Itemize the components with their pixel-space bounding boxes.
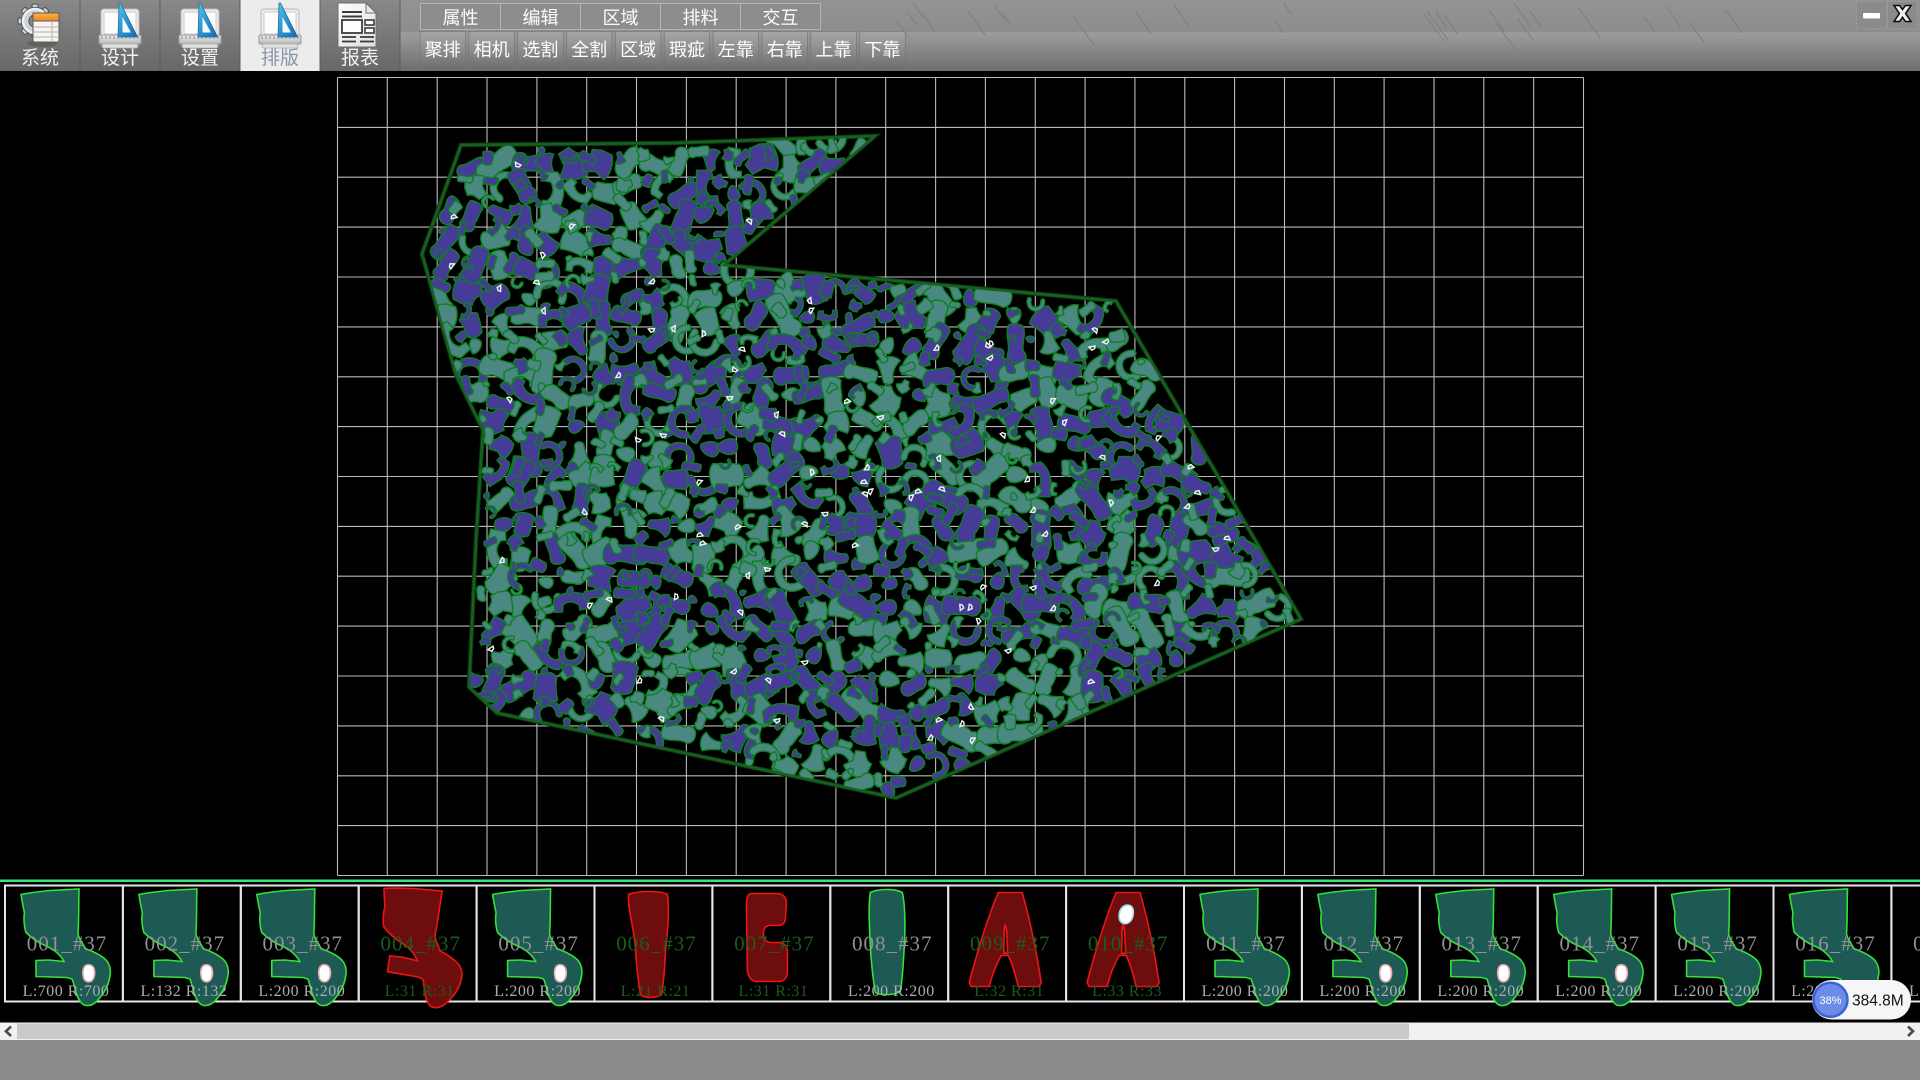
svg-text:L:32 R:31: L:32 R:31 bbox=[974, 983, 1044, 1000]
svg-text:编辑: 编辑 bbox=[523, 8, 559, 28]
svg-text:L:31 R:31: L:31 R:31 bbox=[385, 983, 455, 1000]
svg-text:L:200 R:200: L:200 R:200 bbox=[848, 983, 935, 1000]
svg-text:L:200 R:200: L:200 R:200 bbox=[1555, 983, 1642, 1000]
svg-text:007_#37: 007_#37 bbox=[734, 932, 815, 956]
svg-text:右靠: 右靠 bbox=[767, 40, 803, 60]
svg-text:区域: 区域 bbox=[620, 40, 656, 60]
svg-text:全割: 全割 bbox=[571, 40, 607, 60]
svg-text:设置: 设置 bbox=[181, 47, 219, 69]
svg-text:006_#37: 006_#37 bbox=[616, 932, 697, 956]
svg-text:L:33 R:33: L:33 R:33 bbox=[1092, 983, 1162, 1000]
svg-text:L:31 R:31: L:31 R:31 bbox=[738, 983, 808, 1000]
svg-text:L:200 R:200: L:200 R:200 bbox=[494, 983, 581, 1000]
svg-text:016_#37: 016_#37 bbox=[1795, 932, 1876, 956]
svg-text:聚排: 聚排 bbox=[425, 40, 461, 60]
svg-text:L:21 R:21: L:21 R:21 bbox=[621, 983, 691, 1000]
svg-text:上靠: 上靠 bbox=[816, 40, 852, 60]
svg-text:L:200 R:200: L:200 R:200 bbox=[1319, 983, 1406, 1000]
svg-text:左靠: 左靠 bbox=[718, 40, 754, 60]
svg-text:011_#37: 011_#37 bbox=[1206, 932, 1286, 956]
svg-text:设计: 设计 bbox=[101, 47, 139, 69]
svg-text:017_#37: 017_#37 bbox=[1913, 932, 1920, 956]
svg-text:014_#37: 014_#37 bbox=[1559, 932, 1640, 956]
svg-text:L:132 R:132: L:132 R:132 bbox=[140, 983, 227, 1000]
svg-text:009_#37: 009_#37 bbox=[970, 932, 1050, 956]
svg-text:L:200 R:200: L:200 R:200 bbox=[1202, 983, 1289, 1000]
svg-text:排料: 排料 bbox=[683, 8, 719, 28]
svg-text:L:200 R:200: L:200 R:200 bbox=[1673, 983, 1760, 1000]
svg-text:L:200 R:200: L:200 R:200 bbox=[258, 983, 345, 1000]
svg-text:瑕疵: 瑕疵 bbox=[669, 40, 705, 60]
svg-text:001_#37: 001_#37 bbox=[27, 932, 108, 956]
svg-text:L:700 R:700: L:700 R:700 bbox=[23, 983, 110, 1000]
svg-text:区域: 区域 bbox=[603, 8, 639, 28]
svg-text:013_#37: 013_#37 bbox=[1442, 932, 1523, 956]
svg-text:012_#37: 012_#37 bbox=[1324, 932, 1405, 956]
svg-text:排版: 排版 bbox=[261, 47, 299, 69]
svg-text:选割: 选割 bbox=[522, 40, 558, 60]
svg-text:003_#37: 003_#37 bbox=[263, 932, 344, 956]
svg-text:系统: 系统 bbox=[21, 47, 59, 69]
svg-text:报表: 报表 bbox=[341, 47, 379, 69]
svg-text:38%: 38% bbox=[1819, 995, 1841, 1007]
svg-text:015_#37: 015_#37 bbox=[1677, 932, 1758, 956]
svg-text:384.8M: 384.8M bbox=[1852, 992, 1904, 1009]
svg-text:交互: 交互 bbox=[763, 8, 799, 28]
svg-text:005_#37: 005_#37 bbox=[498, 932, 578, 956]
svg-text:010_#37: 010_#37 bbox=[1088, 932, 1169, 956]
svg-text:相机: 相机 bbox=[474, 40, 510, 60]
svg-text:L:200 R:200: L:200 R:200 bbox=[1437, 983, 1524, 1000]
svg-text:属性: 属性 bbox=[443, 8, 479, 28]
svg-text:004_#37: 004_#37 bbox=[380, 932, 461, 956]
svg-text:008_#37: 008_#37 bbox=[852, 932, 933, 956]
svg-text:002_#37: 002_#37 bbox=[145, 932, 226, 956]
svg-text:下靠: 下靠 bbox=[864, 40, 900, 60]
